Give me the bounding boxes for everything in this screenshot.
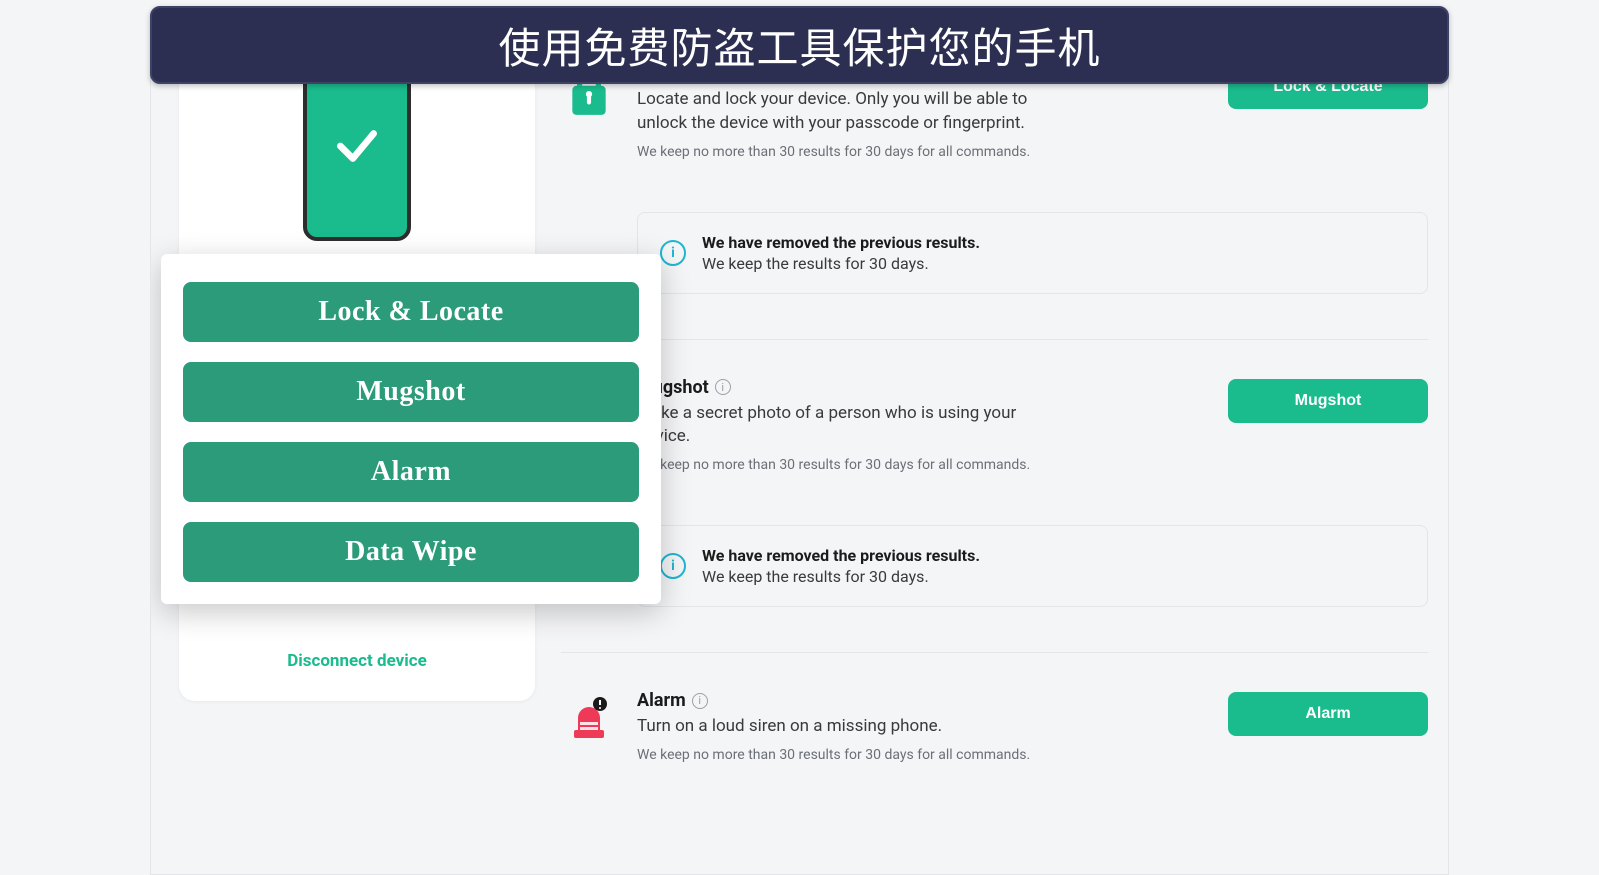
- notice-heading: We have removed the previous results.: [702, 233, 980, 252]
- divider: [561, 652, 1428, 653]
- feature-mugshot-note: We keep no more than 30 results for 30 d…: [637, 457, 1208, 473]
- feature-alarm-title: Alarm: [637, 690, 686, 711]
- feature-mugshot-desc: Make a secret photo of a person who is u…: [637, 402, 1057, 450]
- overlay-data-wipe-button[interactable]: Data Wipe: [183, 522, 639, 582]
- results-removed-notice-2: i We have removed the previous results. …: [637, 525, 1428, 607]
- feature-mugshot: Mugshot i Make a secret photo of a perso…: [561, 365, 1428, 486]
- info-circle-icon: i: [660, 240, 686, 266]
- feature-lock-note: We keep no more than 30 results for 30 d…: [637, 144, 1208, 160]
- feature-list: Lock & Locate i Locate and lock your dev…: [561, 51, 1428, 874]
- divider: [561, 339, 1428, 340]
- results-removed-notice: i We have removed the previous results. …: [637, 212, 1428, 294]
- notice-heading-2: We have removed the previous results.: [702, 546, 980, 565]
- info-icon[interactable]: i: [715, 379, 731, 395]
- overlay-mugshot-button[interactable]: Mugshot: [183, 362, 639, 422]
- info-icon[interactable]: i: [692, 693, 708, 709]
- alarm-button[interactable]: Alarm: [1228, 692, 1428, 736]
- feature-alarm: Alarm i Turn on a loud siren on a missin…: [561, 678, 1428, 775]
- info-circle-icon: i: [660, 553, 686, 579]
- app-frame: Disconnect device Lock & Locate Mugshot …: [150, 40, 1449, 875]
- mugshot-button[interactable]: Mugshot: [1228, 379, 1428, 423]
- action-menu-overlay: Lock & Locate Mugshot Alarm Data Wipe: [161, 254, 661, 604]
- feature-alarm-note: We keep no more than 30 results for 30 d…: [637, 747, 1208, 763]
- feature-lock-desc: Locate and lock your device. Only you wi…: [637, 88, 1057, 136]
- alarm-icon: [561, 690, 617, 740]
- banner-title: 使用免费防盗工具保护您的手机: [498, 15, 1100, 76]
- overlay-lock-locate-button[interactable]: Lock & Locate: [183, 282, 639, 342]
- overlay-alarm-button[interactable]: Alarm: [183, 442, 639, 502]
- notice-body-2: We keep the results for 30 days.: [702, 567, 980, 586]
- page-banner: 使用免费防盗工具保护您的手机: [150, 6, 1449, 84]
- notice-body: We keep the results for 30 days.: [702, 254, 980, 273]
- disconnect-device-link[interactable]: Disconnect device: [287, 651, 427, 671]
- checkmark-icon: [332, 121, 382, 171]
- feature-alarm-desc: Turn on a loud siren on a missing phone.: [637, 715, 1057, 739]
